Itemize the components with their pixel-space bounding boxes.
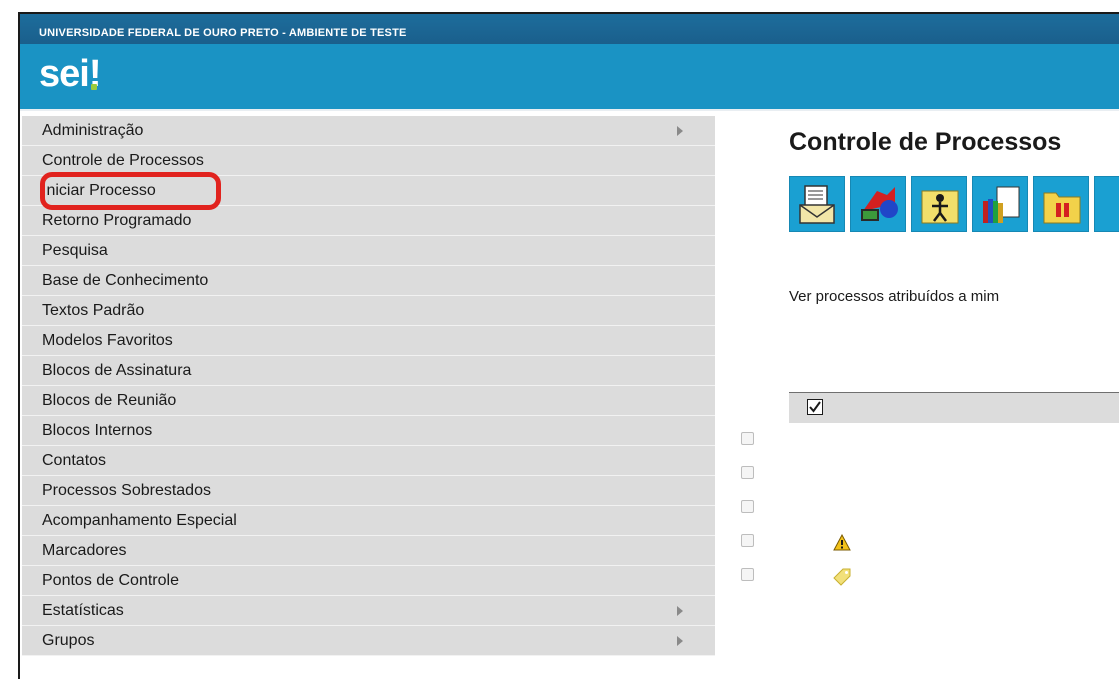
sidebar-item-blocos-internos[interactable]: Blocos Internos — [22, 416, 715, 446]
sidebar-item-pesquisa[interactable]: Pesquisa — [22, 236, 715, 266]
app-window: UNIVERSIDADE FEDERAL DE OURO PRETO - AMB… — [18, 12, 1119, 679]
sidebar-item-grupos[interactable]: Grupos — [22, 626, 715, 656]
header-bar: UNIVERSIDADE FEDERAL DE OURO PRETO - AMB… — [20, 14, 1119, 111]
sidebar-item-label: Processos Sobrestados — [42, 481, 211, 499]
sidebar-item-processos-sobrestados[interactable]: Processos Sobrestados — [22, 476, 715, 506]
sidebar-item-base-de-conhecimento[interactable]: Base de Conhecimento — [22, 266, 715, 296]
sidebar-item-iniciar-processo[interactable]: Iniciar Processo — [22, 176, 715, 206]
sidebar-item-label: Modelos Favoritos — [42, 331, 173, 349]
table-header — [789, 392, 1119, 423]
logo-bang: ! — [88, 53, 102, 95]
sidebar-item-label: Pontos de Controle — [42, 571, 179, 589]
sidebar-item-administracao[interactable]: Administração — [22, 116, 715, 146]
page-title: Controle de Processos — [789, 128, 1062, 156]
sidebar-item-marcadores[interactable]: Marcadores — [22, 536, 715, 566]
sidebar-item-label: Iniciar Processo — [42, 181, 156, 199]
row-checkbox[interactable] — [741, 432, 754, 445]
more-tools-icon[interactable] — [1094, 176, 1119, 232]
sidebar-item-label: Base de Conhecimento — [42, 271, 209, 289]
select-all-checkbox[interactable] — [807, 399, 823, 415]
books-document-icon[interactable] — [972, 176, 1028, 232]
sidebar-item-label: Grupos — [42, 631, 95, 649]
pause-folder-icon[interactable] — [1033, 176, 1089, 232]
sidebar-item-label: Blocos Internos — [42, 421, 153, 439]
sidebar-item-label: Marcadores — [42, 541, 127, 559]
sidebar-item-textos-padrao[interactable]: Textos Padrão — [22, 296, 715, 326]
sidebar-item-label: Administração — [42, 121, 144, 139]
sidebar-item-label: Textos Padrão — [42, 301, 145, 319]
tag-icon[interactable] — [833, 568, 851, 591]
row-checkbox[interactable] — [741, 534, 754, 547]
row-checkbox[interactable] — [741, 568, 754, 581]
chevron-right-icon — [677, 126, 683, 136]
envelope-document-icon[interactable] — [789, 176, 845, 232]
sidebar-item-label: Blocos de Reunião — [42, 391, 177, 409]
sidebar-item-blocos-de-reuniao[interactable]: Blocos de Reunião — [22, 386, 715, 416]
sidebar-item-label: Blocos de Assinatura — [42, 361, 192, 379]
main-content: Controle de Processos Ver processos atri… — [715, 116, 1119, 679]
sidebar-item-label: Controle de Processos — [42, 151, 204, 169]
sidebar-item-controle-de-processos[interactable]: Controle de Processos — [22, 146, 715, 176]
sidebar-item-estatisticas[interactable]: Estatísticas — [22, 596, 715, 626]
sidebar-item-label: Retorno Programado — [42, 211, 192, 229]
sidebar-item-label: Estatísticas — [42, 601, 124, 619]
chevron-right-icon — [677, 606, 683, 616]
row-checkbox[interactable] — [741, 500, 754, 513]
network-computer-icon[interactable] — [850, 176, 906, 232]
toolbar — [789, 176, 1119, 232]
sidebar-item-label: Acompanhamento Especial — [42, 511, 237, 529]
assigned-processes-link[interactable]: Ver processos atribuídos a mim — [789, 288, 999, 305]
sidebar-item-contatos[interactable]: Contatos — [22, 446, 715, 476]
row-checkbox[interactable] — [741, 466, 754, 479]
sidebar-item-modelos-favoritos[interactable]: Modelos Favoritos — [22, 326, 715, 356]
sei-logo[interactable]: sei! — [39, 53, 102, 96]
header-divider — [20, 109, 1119, 111]
organization-name: UNIVERSIDADE FEDERAL DE OURO PRETO - AMB… — [39, 27, 407, 39]
warning-icon[interactable] — [833, 533, 851, 556]
person-folder-icon[interactable] — [911, 176, 967, 232]
logo-text: sei — [39, 53, 90, 95]
sidebar-item-label: Pesquisa — [42, 241, 108, 259]
chevron-right-icon — [677, 636, 683, 646]
sidebar-menu: Administração Controle de Processos Inic… — [22, 116, 715, 656]
sidebar-item-label: Contatos — [42, 451, 107, 469]
sidebar-item-pontos-de-controle[interactable]: Pontos de Controle — [22, 566, 715, 596]
sidebar-item-blocos-de-assinatura[interactable]: Blocos de Assinatura — [22, 356, 715, 386]
sidebar-item-retorno-programado[interactable]: Retorno Programado — [22, 206, 715, 236]
sidebar-item-acompanhamento-especial[interactable]: Acompanhamento Especial — [22, 506, 715, 536]
